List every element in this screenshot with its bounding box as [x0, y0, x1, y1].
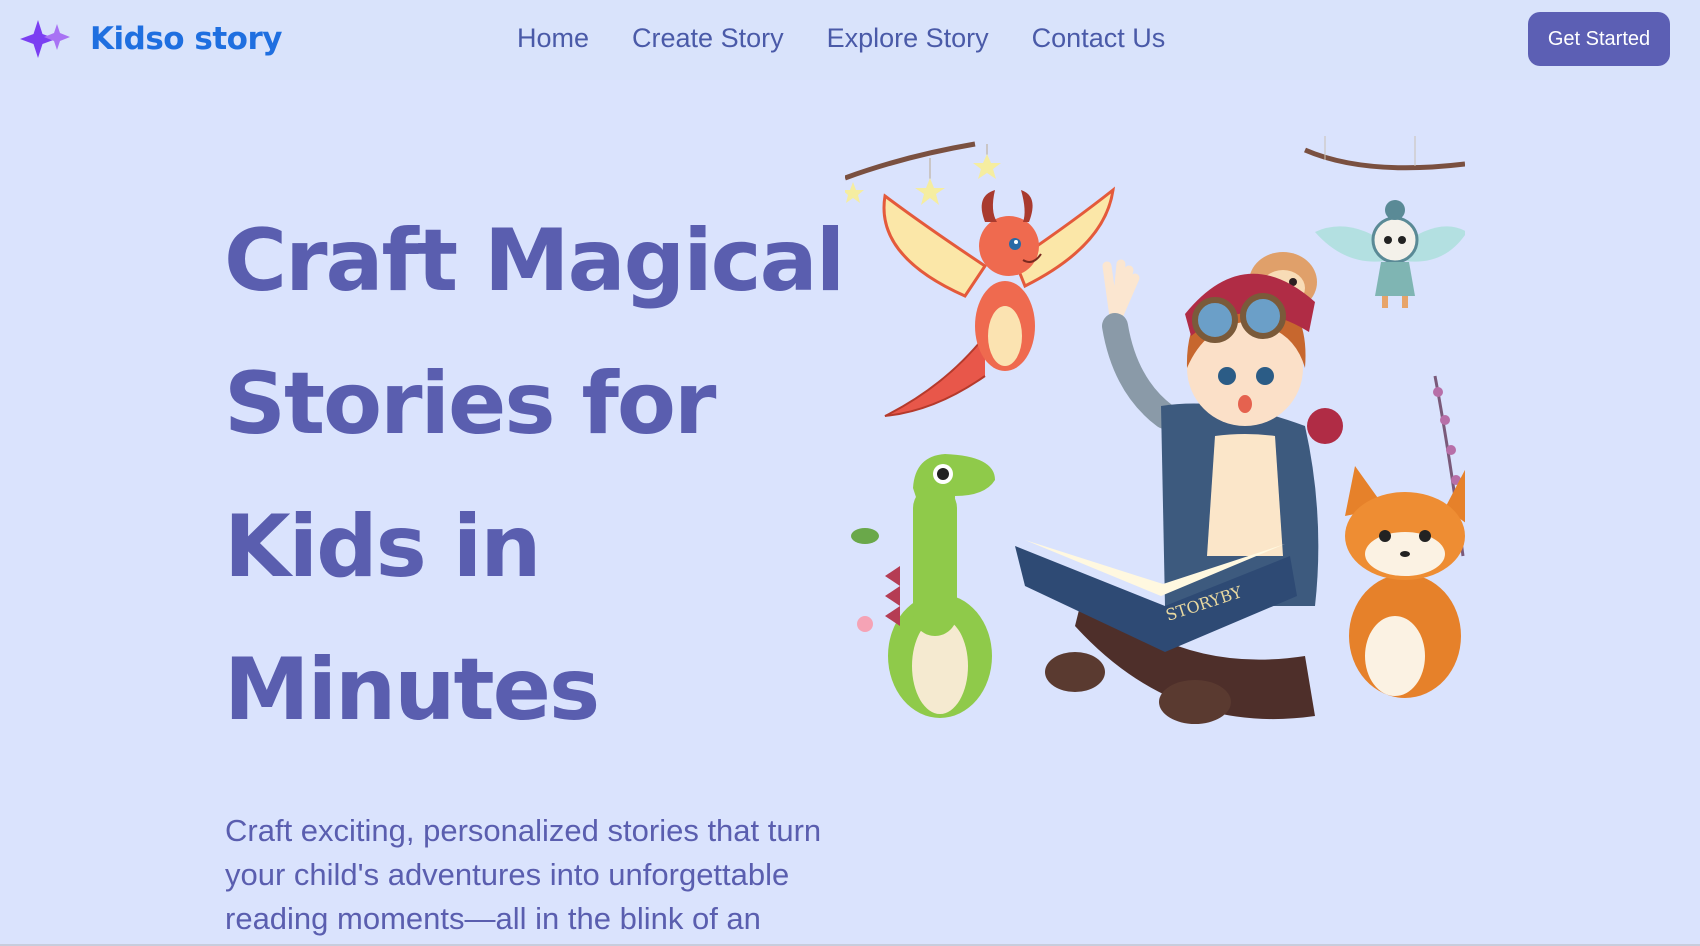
branch-right — [1304, 136, 1465, 171]
nav-explore-story-link[interactable]: Explore Story — [827, 20, 989, 56]
branch-left — [845, 141, 1001, 205]
dinosaur-character — [851, 454, 995, 718]
fairy-character — [1315, 200, 1465, 308]
nav-contact-us-link[interactable]: Contact Us — [1032, 20, 1166, 56]
sparkle-icon — [20, 20, 70, 58]
child-character: STORYBY — [1015, 259, 1343, 724]
hero-heading-line: Kids in — [224, 497, 542, 597]
hero-heading: Craft Magical Stories for Kids in Minute… — [224, 190, 864, 762]
nav-create-story-link[interactable]: Create Story — [632, 20, 784, 56]
hero-heading-line: Minutes — [224, 640, 600, 740]
main-nav: Home Create Story Explore Story Contact … — [517, 20, 1165, 56]
hero-heading-line: Craft Magical — [224, 211, 845, 311]
dragon-character — [882, 186, 1116, 417]
hero-illustration: STORYBY — [845, 136, 1465, 724]
nav-home-link[interactable]: Home — [517, 20, 589, 56]
fox-character — [1345, 466, 1465, 698]
hero-subtext: Craft exciting, personalized stories tha… — [225, 813, 822, 936]
logo-text: Kidso story — [90, 21, 282, 57]
get-started-button[interactable]: Get Started — [1528, 12, 1670, 66]
hero-heading-line: Stories for — [224, 354, 716, 454]
logo-link[interactable]: Kidso story — [20, 16, 282, 62]
navbar: Kidso story Home Create Story Explore St… — [0, 0, 1700, 80]
